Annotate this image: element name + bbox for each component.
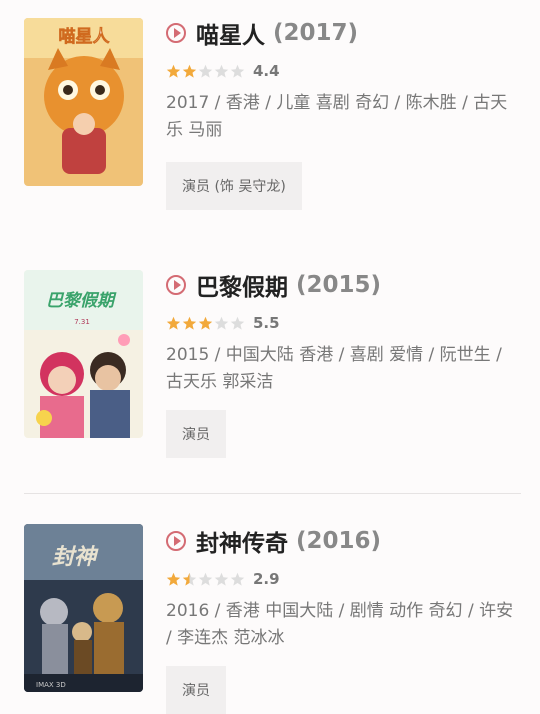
star-rating (166, 572, 245, 587)
movie-title[interactable]: 喵星人 (196, 16, 265, 50)
svg-text:喵星人: 喵星人 (59, 27, 111, 47)
star-icon (230, 64, 245, 78)
star-icon (198, 64, 213, 78)
rating-row: 5.5 (166, 312, 280, 334)
movie-poster[interactable]: 巴黎假期 7.31 (24, 270, 143, 438)
star-icon (182, 316, 197, 330)
movie-year: (2017) (273, 20, 359, 46)
movie-poster[interactable]: 封神 IMAX 3D (24, 524, 143, 692)
movie-meta: 2016 / 香港 中国大陆 / 剧情 动作 奇幻 / 许安 / 李连杰 范冰冰 (166, 601, 514, 648)
rating-row: 2.9 (166, 568, 280, 590)
movie-meta: 2017 / 香港 / 儿童 喜剧 奇幻 / 陈木胜 / 古天乐 马丽 (166, 93, 508, 140)
movie-poster[interactable]: 喵星人 (24, 18, 143, 186)
rating-score: 2.9 (253, 570, 280, 588)
movie-year: (2016) (296, 528, 382, 554)
star-icon (166, 572, 181, 586)
role-tag[interactable]: 演员 (166, 410, 226, 458)
title-row: 喵星人 (2017) (166, 16, 358, 50)
movie-list: 喵星人 喵星人 (2017) 4.4 2017 / 香港 / 儿童 喜剧 奇幻 … (0, 0, 540, 714)
play-circle-icon[interactable] (166, 23, 186, 43)
svg-text:巴黎假期: 巴黎假期 (46, 291, 117, 311)
rating-score: 4.4 (253, 62, 280, 80)
title-row: 封神传奇 (2016) (166, 524, 381, 558)
star-icon (214, 64, 229, 78)
divider (24, 493, 521, 494)
play-circle-icon[interactable] (166, 275, 186, 295)
rating-score: 5.5 (253, 314, 280, 332)
star-icon (198, 316, 213, 330)
title-row: 巴黎假期 (2015) (166, 268, 381, 302)
star-icon (182, 572, 197, 586)
rating-row: 4.4 (166, 60, 280, 82)
star-icon (214, 316, 229, 330)
svg-text:IMAX 3D: IMAX 3D (36, 681, 66, 689)
star-icon (166, 316, 181, 330)
movie-title[interactable]: 巴黎假期 (196, 268, 288, 302)
star-icon (198, 572, 213, 586)
star-rating (166, 64, 245, 79)
play-circle-icon[interactable] (166, 531, 186, 551)
svg-text:封神: 封神 (52, 545, 99, 570)
movie-year: (2015) (296, 272, 382, 298)
star-icon (182, 64, 197, 78)
star-icon (166, 64, 181, 78)
movie-meta: 2015 / 中国大陆 香港 / 喜剧 爱情 / 阮世生 / 古天乐 郭采洁 (166, 345, 502, 392)
star-icon (230, 572, 245, 586)
role-tag[interactable]: 演员 (饰 吴守龙) (166, 162, 302, 210)
role-tag[interactable]: 演员 (166, 666, 226, 714)
star-icon (214, 572, 229, 586)
star-icon (230, 316, 245, 330)
star-rating (166, 316, 245, 331)
svg-text:7.31: 7.31 (74, 318, 90, 326)
movie-title[interactable]: 封神传奇 (196, 524, 288, 558)
